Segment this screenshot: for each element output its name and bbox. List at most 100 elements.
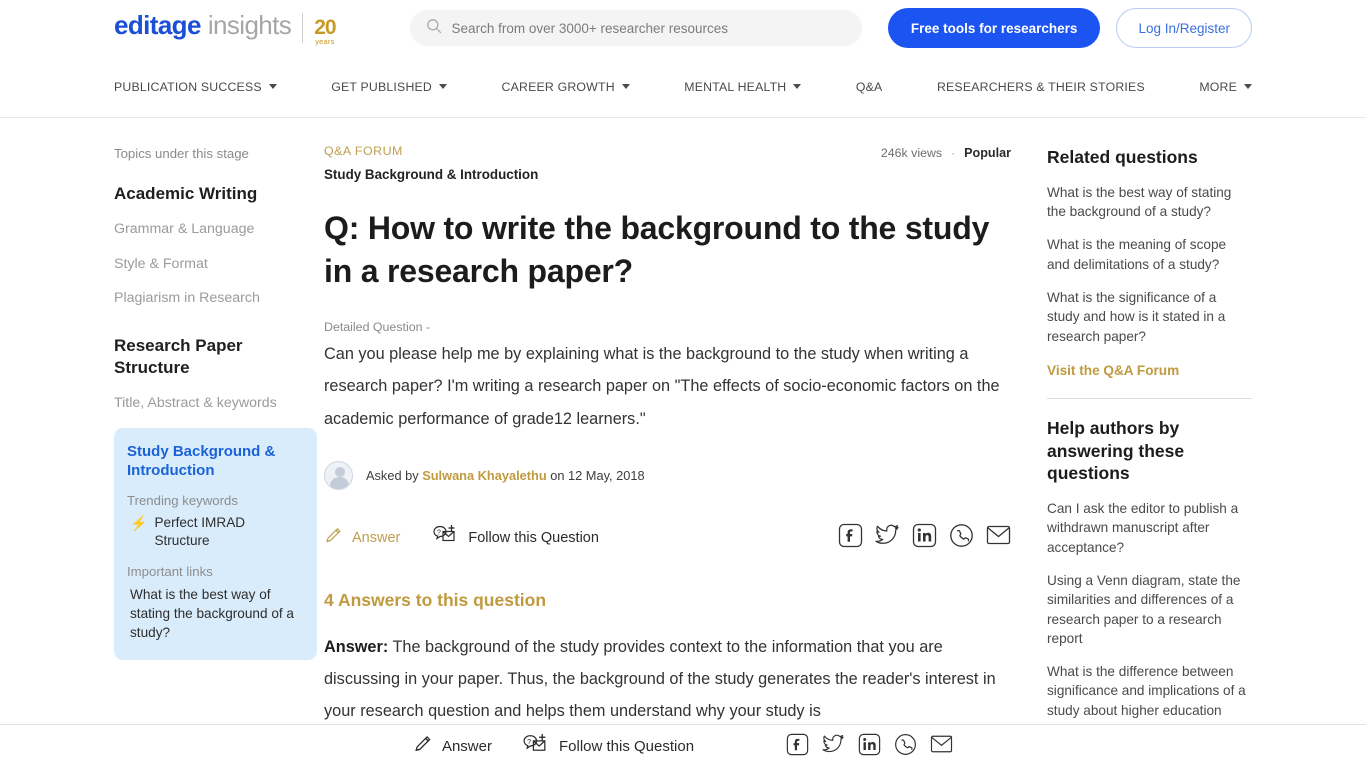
twitter-icon[interactable] [875, 524, 900, 551]
bottom-share-bar [786, 733, 953, 761]
logo-divider [302, 13, 304, 43]
linkedin-icon[interactable] [858, 733, 881, 761]
content-header: Q&A FORUM Study Background & Introductio… [324, 144, 1011, 182]
related-question-item[interactable]: What is the significance of a study and … [1047, 288, 1252, 346]
facebook-icon[interactable] [786, 733, 809, 761]
sidebar-active-card: Study Background & Introduction Trending… [114, 427, 317, 660]
share-bar [838, 523, 1011, 553]
header-actions: Free tools for researchers Log In/Regist… [887, 8, 1252, 48]
bottom-answer-button[interactable]: Answer [413, 734, 492, 759]
help-question-item[interactable]: Can I ask the editor to publish a withdr… [1047, 499, 1252, 557]
answer-label: Answer: [324, 637, 389, 656]
page-body: Topics under this stage Academic Writing… [0, 118, 1366, 768]
sidebar-section-research-paper-structure[interactable]: Research Paper Structure [114, 335, 317, 379]
nav-item-more[interactable]: MORE [1199, 79, 1253, 94]
nav-item-career-growth[interactable]: CAREER GROWTH [502, 80, 630, 94]
nav-item-publication-success[interactable]: PUBLICATION SUCCESS [114, 80, 277, 94]
search-input[interactable] [451, 20, 846, 36]
svg-text:?: ? [437, 530, 441, 537]
facebook-icon[interactable] [838, 523, 863, 553]
email-icon[interactable] [930, 734, 953, 759]
help-question-item[interactable]: Using a Venn diagram, state the similari… [1047, 571, 1252, 648]
detailed-question-label: Detailed Question - [324, 320, 431, 335]
anniversary-badge: 20 years [314, 17, 336, 47]
site-logo[interactable]: editage insights 20 years [114, 9, 337, 47]
nav-label: RESEARCHERS & THEIR STORIES [936, 79, 1145, 94]
breadcrumb-subcategory: Study Background & Introduction [324, 167, 539, 182]
main-content: Q&A FORUM Study Background & Introductio… [317, 118, 1047, 768]
sidebar-item-plagiarism-in-research[interactable]: Plagiarism in Research [114, 288, 317, 309]
byline-author[interactable]: Sulwana Khayalethu [422, 468, 546, 483]
meta-separator: · [951, 146, 956, 160]
byline-text: Asked by Sulwana Khayalethu on 12 May, 2… [366, 468, 645, 483]
follow-question-label: Follow this Question [468, 529, 599, 546]
answers-heading: 4 Answers to this question [324, 589, 547, 610]
follow-question-icon: ? [432, 523, 459, 552]
nav-label: PUBLICATION SUCCESS [114, 79, 262, 94]
logo-brand-text: editage [114, 9, 201, 40]
main-navigation: PUBLICATION SUCCESS GET PUBLISHED CAREER… [0, 56, 1366, 118]
search-box[interactable] [409, 10, 862, 46]
related-question-item[interactable]: What is the meaning of scope and delimit… [1047, 235, 1252, 274]
whatsapp-icon[interactable] [894, 733, 917, 761]
pencil-icon [413, 734, 433, 759]
sidebar-item-style-format[interactable]: Style & Format [114, 254, 317, 275]
chevron-down-icon [621, 84, 630, 89]
important-link-item[interactable]: What is the best way of stating the back… [127, 585, 302, 642]
answer-text: Answer: The background of the study prov… [324, 631, 1011, 728]
sticky-action-bar: Answer ? Follow this Question [0, 724, 1366, 768]
bottom-answer-label: Answer [441, 738, 492, 755]
trending-keywords-label: Trending keywords [127, 493, 238, 509]
sidebar-item-grammar-language[interactable]: Grammar & Language [114, 219, 317, 240]
chevron-down-icon [439, 84, 448, 89]
chevron-down-icon [1244, 84, 1253, 89]
byline-prefix: Asked by [366, 467, 419, 483]
page-title: Q: How to write the background to the st… [324, 210, 990, 289]
trending-keyword-label: Perfect IMRAD Structure [154, 515, 246, 549]
important-links-label: Important links [127, 563, 213, 579]
status-badge: Popular [964, 146, 1011, 160]
nav-item-qa[interactable]: Q&A [856, 80, 883, 94]
nav-item-mental-health[interactable]: MENTAL HEALTH [684, 79, 802, 94]
pencil-icon [324, 526, 343, 550]
trending-keyword-item[interactable]: ⚡ Perfect IMRAD Structure [127, 514, 302, 551]
answer-button-label: Answer [352, 529, 401, 546]
visit-qa-forum-link[interactable]: Visit the Q&A Forum [1047, 363, 1252, 378]
nav-label: GET PUBLISHED [331, 79, 433, 94]
avatar [324, 460, 353, 490]
nav-label: MORE [1199, 79, 1238, 94]
related-questions-title: Related questions [1047, 147, 1198, 167]
sidebar-divider [1047, 397, 1252, 399]
email-icon[interactable] [986, 524, 1011, 551]
follow-question-button[interactable]: ? Follow this Question [432, 523, 599, 552]
breadcrumb-qa-forum[interactable]: Q&A FORUM [324, 144, 538, 158]
byline: Asked by Sulwana Khayalethu on 12 May, 2… [324, 460, 1011, 490]
answer-button[interactable]: Answer [324, 526, 400, 550]
sidebar-section-academic-writing[interactable]: Academic Writing [114, 183, 317, 205]
related-question-item[interactable]: What is the best way of stating the back… [1047, 183, 1252, 222]
svg-text:?: ? [527, 736, 531, 745]
sidebar-caption: Topics under this stage [114, 146, 249, 161]
sidebar-item-study-background-introduction[interactable]: Study Background & Introduction [127, 442, 302, 480]
bolt-icon: ⚡ [130, 515, 148, 532]
nav-label: MENTAL HEALTH [684, 79, 787, 94]
sidebar-item-title-abstract-keywords[interactable]: Title, Abstract & keywords [114, 393, 317, 414]
whatsapp-icon[interactable] [949, 523, 974, 553]
logo-product-text: insights [207, 9, 292, 40]
byline-date: on 12 May, 2018 [550, 467, 645, 483]
login-register-button[interactable]: Log In/Register [1116, 8, 1252, 48]
nav-item-researchers-stories[interactable]: RESEARCHERS & THEIR STORIES [937, 80, 1145, 94]
chevron-down-icon [268, 84, 277, 89]
linkedin-icon[interactable] [912, 523, 937, 553]
twitter-icon[interactable] [822, 734, 845, 759]
bottom-follow-button[interactable]: ? Follow this Question [522, 732, 694, 762]
anniversary-unit: years [315, 37, 335, 47]
left-sidebar: Topics under this stage Academic Writing… [114, 118, 317, 768]
nav-item-get-published[interactable]: GET PUBLISHED [331, 79, 448, 94]
follow-question-icon: ? [522, 732, 550, 762]
action-bar: Answer ? Follow this Question [324, 523, 1011, 553]
free-tools-button[interactable]: Free tools for researchers [887, 8, 1101, 48]
nav-label: Q&A [855, 79, 883, 94]
answer-body: The background of the study provides con… [324, 637, 996, 721]
